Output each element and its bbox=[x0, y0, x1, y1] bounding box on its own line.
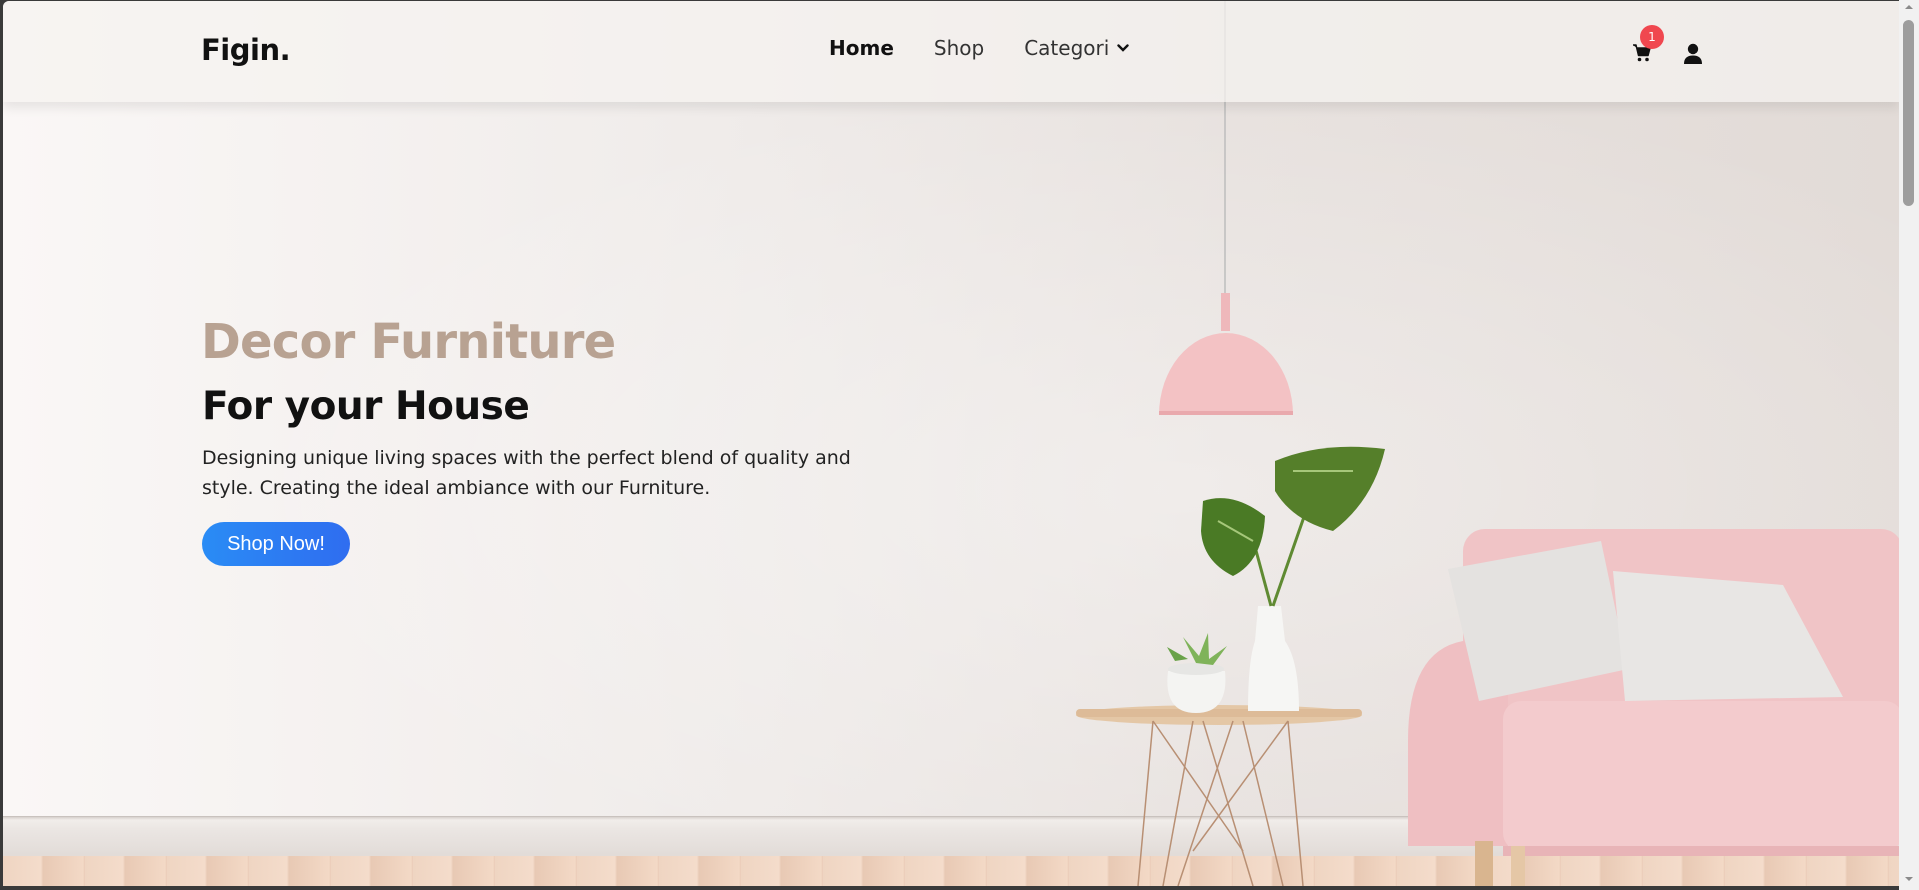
hero-title: For your House bbox=[202, 384, 530, 429]
chevron-down-icon bbox=[1117, 44, 1129, 52]
nav-home[interactable]: Home bbox=[829, 36, 894, 60]
site-header: Figin. Home Shop Categori 1 bbox=[3, 1, 1899, 102]
scrollbar-thumb[interactable] bbox=[1903, 20, 1914, 206]
browser-viewport: Figin. Home Shop Categori 1 Decor Furnit… bbox=[3, 1, 1899, 886]
nav-categori-label: Categori bbox=[1024, 36, 1110, 60]
nav-categori[interactable]: Categori bbox=[1024, 36, 1129, 60]
hero-kicker: Decor Furniture bbox=[201, 314, 616, 370]
side-table bbox=[1076, 705, 1362, 886]
small-succulent bbox=[1167, 633, 1227, 713]
user-icon[interactable] bbox=[1683, 43, 1703, 65]
cart-count-badge: 1 bbox=[1640, 25, 1664, 49]
nav-shop[interactable]: Shop bbox=[934, 36, 984, 60]
hero-description: Designing unique living spaces with the … bbox=[202, 447, 851, 499]
scroll-up-arrow-icon[interactable] bbox=[1904, 2, 1914, 12]
main-nav: Home Shop Categori bbox=[829, 36, 1169, 60]
shop-now-button[interactable]: Shop Now! bbox=[202, 522, 350, 566]
vase-plant bbox=[1201, 446, 1385, 711]
pink-sofa bbox=[1408, 529, 1899, 886]
scroll-down-arrow-icon[interactable] bbox=[1904, 874, 1914, 884]
site-logo[interactable]: Figin. bbox=[201, 33, 291, 67]
